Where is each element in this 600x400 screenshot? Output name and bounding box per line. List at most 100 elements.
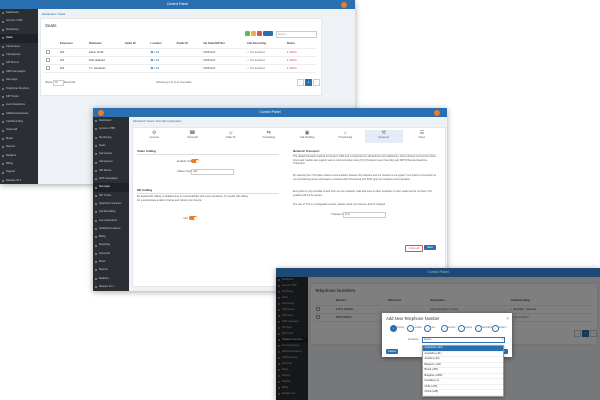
column-header[interactable] (44, 40, 58, 48)
sidebar-item-voicemail[interactable]: Voicemail (0, 126, 38, 134)
edit-button[interactable] (251, 31, 256, 36)
checkbox[interactable] (46, 50, 50, 54)
country-select[interactable]: Select... ▾ (422, 336, 505, 343)
tab-caller-id[interactable]: ☺ Caller ID (212, 130, 250, 143)
column-header[interactable]: Public IP (175, 40, 202, 48)
topbar: Control Panel (0, 0, 355, 9)
sidebar-item-voicemail[interactable]: Voicemail (93, 250, 129, 258)
add-seat-button[interactable] (245, 31, 250, 36)
sidebar-item-call-queues[interactable]: Call Queues (0, 51, 38, 59)
sidebar-item-sub-apps[interactable]: Sub-Apps (93, 183, 129, 192)
sidebar-item-telephone-numbers[interactable]: Telephone Numbers (0, 85, 38, 93)
sidebar-item-realtime[interactable]: Realtime (93, 275, 129, 283)
breadcrumb[interactable]: Dashboard / Seats (42, 12, 65, 16)
checkbox[interactable] (46, 58, 50, 62)
sidebar-item-live-interactions[interactable]: Live Interactions (0, 101, 38, 109)
tab-provisioning[interactable]: ⌂ Provisioning (326, 130, 364, 143)
delete-button[interactable] (257, 31, 262, 36)
chevron-down-icon: ▾ (501, 337, 503, 341)
enable-video-toggle[interactable] (191, 159, 199, 163)
sidebar-item-numbering[interactable]: Numbering (93, 134, 129, 142)
column-header[interactable]: Status (285, 40, 309, 48)
column-header[interactable]: Extension (58, 40, 87, 48)
sidebar-item-call-queues[interactable]: Call Queues (93, 158, 129, 166)
sidebar-item-sms-campaigns[interactable]: SMS Campaigns (0, 68, 38, 76)
window-title: Control Panel (427, 270, 449, 274)
sidebar-item-ivr-menus[interactable]: IVR Menus (93, 167, 129, 175)
sidebar-item-numbering[interactable]: Numbering (0, 26, 38, 34)
sidebar-item-call-groups[interactable]: Call Groups (93, 150, 129, 158)
column-header[interactable]: Via Stats/SIP Net (201, 40, 245, 48)
sidebar-item-call-recording[interactable]: Call Recording (93, 208, 129, 216)
sidebar-item-dashboard[interactable]: Dashboard (0, 9, 38, 17)
export-button[interactable] (263, 31, 273, 36)
next-page-button[interactable]: › (313, 79, 320, 86)
table-cell (175, 64, 202, 72)
column-header[interactable]: Call Recording (245, 40, 285, 48)
save-button[interactable]: Save (424, 245, 436, 250)
sidebar-item-reports[interactable]: Reports (0, 143, 38, 151)
sidebar-item-reporting[interactable]: Reporting (93, 241, 129, 249)
table-row[interactable]: 102 T.J. Goodman ☎ Hull VOIP Hull ✓ Not Enab… (44, 64, 316, 72)
row-checkbox[interactable] (44, 48, 58, 56)
tab-call-handling[interactable]: ▣ Call Handling (288, 130, 326, 143)
sidebar-item-sms-campaigns[interactable]: SMS Campaigns (93, 175, 129, 183)
sidebar-item-billing[interactable]: Billing (0, 160, 38, 168)
column-header[interactable]: Location (148, 40, 174, 48)
breadcrumb[interactable]: Dashboard / Seats / Seat 100 Configurati… (133, 120, 181, 123)
hd-calling-toggle[interactable] (189, 216, 197, 220)
prev-page-button[interactable]: ‹ (297, 79, 304, 86)
undo-edit-button[interactable]: Undo edit (405, 245, 423, 252)
sidebar-item-account-pbx[interactable]: Account / PBX (93, 125, 129, 133)
table-row[interactable]: 100 Glenn Smith ☎ Hull VOIP Hull ✓ Not Enabl… (44, 48, 316, 56)
user-avatar[interactable] (341, 1, 347, 8)
tab-forwarding[interactable]: ⇆ Forwarding (250, 130, 288, 143)
sidebar-item-music[interactable]: Music (93, 258, 129, 266)
video-codec-select[interactable]: vp8 (191, 168, 234, 175)
tab-voicemail[interactable]: ☎ Voicemail (173, 130, 211, 143)
country-label: Country (408, 337, 419, 341)
sidebar-item-additional-features[interactable]: Additional Features (0, 110, 38, 118)
sidebar-item-account-pbx[interactable]: Account / PBX (0, 17, 38, 25)
row-checkbox[interactable] (44, 56, 58, 64)
tab-advanced[interactable]: ⚒ Advanced (364, 130, 403, 143)
user-avatar[interactable] (434, 109, 440, 116)
table-row[interactable]: 101 Rob Hubbard ☎ Hull VOIP Hull ✓ Not Enabl… (44, 56, 316, 64)
sidebar-item-support[interactable]: Support (0, 168, 38, 176)
telephone-numbers-window: Control Panel DashboardAccount / PBXNumb… (276, 268, 600, 400)
transport-select[interactable]: TLS (343, 211, 386, 218)
sidebar-item-release-10-1[interactable]: Release 10.1 (93, 283, 129, 291)
tab-notes[interactable]: ☰ Notes (403, 130, 441, 143)
sidebar-item-sub-apps[interactable]: Sub-Apps (0, 76, 38, 84)
sidebar-item-call-recording[interactable]: Call Recording (0, 118, 38, 126)
column-header[interactable] (309, 40, 316, 48)
search-input[interactable]: Search... (276, 31, 317, 38)
sidebar-item-music[interactable]: Music (0, 135, 38, 143)
checkbox[interactable] (46, 66, 50, 70)
sidebar-item-additional-features[interactable]: Additional Features (93, 225, 129, 233)
table-cell: ✓ Not Enabled (247, 59, 265, 62)
cancel-button[interactable]: Cancel (386, 349, 398, 354)
sidebar-item-ivr-menus[interactable]: IVR Menus (0, 59, 38, 67)
sidebar-item-live-interactions[interactable]: Live Interactions (93, 217, 129, 225)
sidebar-item-telephone-numbers[interactable]: Telephone Numbers (93, 200, 129, 208)
sidebar-item-sip-trunks[interactable]: SIP Trunks (0, 93, 38, 101)
row-checkbox[interactable] (44, 64, 58, 72)
country-option[interactable]: China (+86) (423, 390, 503, 396)
page-button[interactable]: 1 (305, 79, 312, 86)
tab-general[interactable]: ⚙ General (135, 130, 173, 143)
column-header[interactable]: Nickname (87, 40, 123, 48)
sidebar-item-seats[interactable]: Seats (0, 34, 38, 43)
sidebar-item-reports[interactable]: Reports (93, 266, 129, 274)
column-header[interactable]: Caller ID (123, 40, 149, 48)
close-icon[interactable]: × (506, 316, 509, 321)
sidebar-item-call-groups[interactable]: Call Groups (0, 43, 38, 51)
sidebar-item-dashboard[interactable]: Dashboard (93, 117, 129, 125)
sidebar-item-release-10-1[interactable]: Release 10.1 (0, 177, 38, 184)
sidebar-item-sip-trunks[interactable]: SIP Trunks (93, 192, 129, 200)
page-size-select[interactable]: 10 (53, 80, 64, 86)
sidebar-item-billing[interactable]: Billing (93, 233, 129, 241)
sidebar-item-realtime[interactable]: Realtime (0, 152, 38, 160)
sidebar-item-seats[interactable]: Seats (93, 142, 129, 150)
tab-label: Notes (418, 136, 426, 139)
